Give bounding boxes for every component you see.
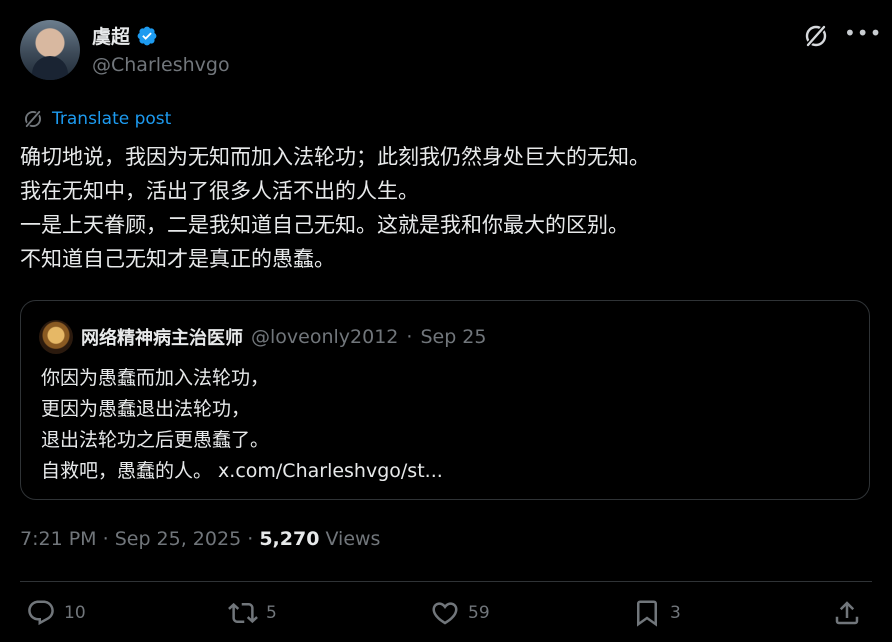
- quoted-author-name[interactable]: 网络精神病主治医师: [81, 324, 243, 350]
- tweet-time[interactable]: 7:21 PM: [20, 528, 97, 550]
- verified-badge-icon: [137, 26, 157, 45]
- like-count: 59: [468, 603, 490, 623]
- action-bar: 10 5 59 3: [0, 598, 892, 638]
- tweet-line: 不知道自己无知才是真正的愚蠢。: [20, 247, 335, 271]
- author-name-row: 虞超: [92, 22, 158, 49]
- translate-post-link[interactable]: Translate post: [22, 108, 171, 130]
- reply-count: 10: [64, 603, 86, 623]
- grok-icon[interactable]: [802, 22, 830, 50]
- grok-translate-icon: [24, 109, 42, 129]
- quoted-line: 退出法轮功之后更愚蠢了。: [41, 429, 270, 451]
- divider: [20, 581, 872, 582]
- repost-icon: [228, 602, 258, 624]
- reply-button[interactable]: 10: [26, 598, 86, 628]
- tweet-header: 虞超 @Charleshvgo •••: [20, 20, 881, 82]
- share-button[interactable]: [832, 598, 862, 628]
- repost-count: 5: [266, 603, 277, 623]
- views-count: 5,270: [259, 528, 320, 550]
- quoted-line: 自救吧，愚蠢的人。 x.com/Charleshvgo/st...: [41, 460, 443, 482]
- bookmark-count: 3: [670, 603, 681, 623]
- author-display-name[interactable]: 虞超: [92, 22, 130, 49]
- quoted-date[interactable]: Sep 25: [420, 326, 486, 348]
- bookmark-icon: [637, 600, 657, 627]
- quoted-tweet-text: 你因为愚蠢而加入法轮功， 更因为愚蠢退出法轮功， 退出法轮功之后更愚蠢了。 自救…: [41, 363, 443, 487]
- reply-icon: [28, 600, 54, 626]
- translate-label[interactable]: Translate post: [52, 109, 171, 129]
- like-button[interactable]: 59: [430, 598, 490, 628]
- more-options-icon[interactable]: •••: [844, 23, 881, 48]
- author-handle[interactable]: @Charleshvgo: [92, 54, 230, 76]
- quoted-line: 更因为愚蠢退出法轮功，: [41, 398, 251, 420]
- quoted-author-avatar[interactable]: [39, 320, 73, 354]
- quoted-separator: ·: [406, 326, 413, 348]
- author-avatar[interactable]: [20, 20, 80, 80]
- tweet-text: 确切地说，我因为无知而加入法轮功；此刻我仍然身处巨大的无知。 我在无知中，活出了…: [20, 140, 872, 276]
- quoted-author-handle[interactable]: @loveonly2012: [251, 326, 398, 348]
- tweet-line: 一是上天眷顾，二是我知道自己无知。这就是我和你最大的区别。: [20, 213, 629, 237]
- quoted-line: 你因为愚蠢而加入法轮功，: [41, 367, 270, 389]
- bookmark-button[interactable]: 3: [632, 598, 681, 628]
- quoted-tweet-card[interactable]: 网络精神病主治医师 @loveonly2012 · Sep 25 你因为愚蠢而加…: [20, 300, 870, 500]
- repost-button[interactable]: 5: [228, 598, 277, 628]
- tweet-meta: 7:21 PM · Sep 25, 2025 · 5,270 Views: [20, 528, 380, 550]
- views-label: Views: [325, 528, 381, 550]
- tweet-line: 我在无知中，活出了很多人活不出的人生。: [20, 179, 419, 203]
- tweet-line: 确切地说，我因为无知而加入法轮功；此刻我仍然身处巨大的无知。: [20, 145, 650, 169]
- meta-separator: ·: [102, 528, 109, 550]
- heart-icon: [432, 602, 458, 625]
- meta-separator: ·: [247, 528, 254, 550]
- quoted-tweet-header: 网络精神病主治医师 @loveonly2012 · Sep 25: [39, 320, 486, 354]
- tweet-date[interactable]: Sep 25, 2025: [115, 528, 241, 550]
- share-icon: [835, 601, 859, 625]
